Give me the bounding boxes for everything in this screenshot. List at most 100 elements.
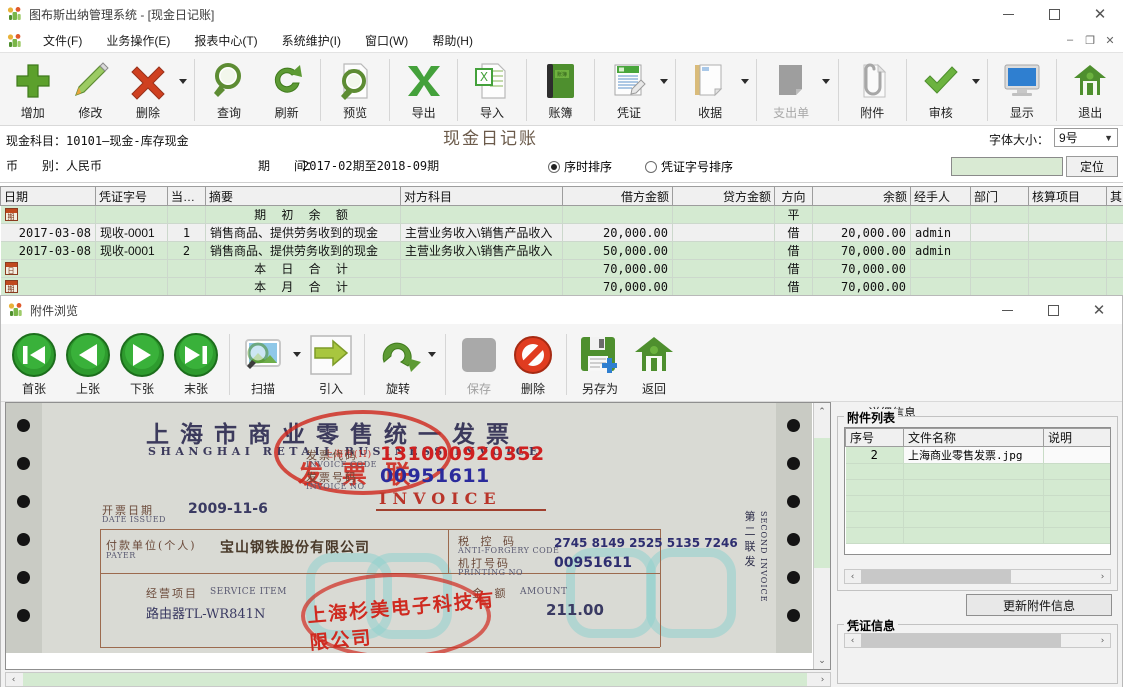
grid-col-department[interactable]: 部门 [970, 186, 1029, 206]
viewer-vscroll-thumb[interactable] [814, 438, 830, 568]
table-row[interactable]: 2017-03-08 现收-0001 2 销售商品、提供劳务收到的现金 主营业务… [0, 241, 1123, 260]
scroll-up-icon[interactable]: ⌃ [814, 403, 830, 420]
viewer-hscroll-thumb[interactable] [23, 673, 807, 686]
attachment-dropdown-scan[interactable] [290, 328, 304, 401]
attachment-maximize-button[interactable] [1030, 296, 1076, 325]
table-row[interactable]: 期 期 初 余 额 平 [0, 205, 1123, 224]
viewer-vertical-scrollbar[interactable]: ⌃ ⌄ [813, 403, 830, 669]
grid-col-credit[interactable]: 贷方金额 [672, 186, 775, 206]
attachment-button-next[interactable]: 下张 [115, 328, 169, 401]
menu-item-reports[interactable]: 报表中心(T) [182, 30, 269, 51]
toolbar-button-attachment[interactable]: 附件 [843, 55, 901, 125]
attachment-button-previous[interactable]: 上张 [61, 328, 115, 401]
locate-button[interactable]: 定位 [1066, 156, 1118, 177]
scroll-right-icon[interactable]: › [1095, 634, 1110, 647]
toolbar-dropdown-audit[interactable] [970, 55, 983, 125]
update-attachment-info-button[interactable]: 更新附件信息 [966, 594, 1112, 616]
attachment-dropdown-rotate[interactable] [425, 328, 439, 401]
grid-col-counter-subject[interactable]: 对方科目 [400, 186, 563, 206]
attachment-col-note[interactable]: 说明 [1043, 428, 1110, 447]
toolbar-button-add[interactable]: 增加 [4, 55, 62, 125]
toolbar-button-exit[interactable]: 退出 [1062, 55, 1120, 125]
close-button[interactable]: ✕ [1077, 0, 1123, 29]
toolbar-dropdown-voucher[interactable] [658, 55, 671, 125]
grid-col-balance[interactable]: 余额 [812, 186, 911, 206]
scroll-right-icon[interactable]: › [815, 673, 830, 686]
radio-sort-voucher-no[interactable]: 凭证字号排序 [645, 158, 733, 175]
viewer-horizontal-scrollbar[interactable]: ‹ › [5, 672, 831, 687]
mdi-restore-button[interactable]: ❐ [1081, 31, 1099, 49]
attachment-col-seq[interactable]: 序号 [845, 428, 904, 447]
attachment-button-import[interactable]: 引入 [304, 328, 358, 401]
scroll-left-icon[interactable]: ‹ [845, 634, 860, 647]
font-size-select[interactable]: 9号 ▼ [1054, 128, 1118, 147]
list-item[interactable] [845, 479, 1110, 496]
toolbar-button-receipt[interactable]: 收据 [681, 55, 739, 125]
scroll-down-icon[interactable]: ⌄ [814, 652, 830, 669]
minimize-button[interactable] [985, 0, 1031, 29]
grid-col-debit[interactable]: 借方金额 [562, 186, 673, 206]
toolbar-button-import[interactable]: X 导入 [463, 55, 521, 125]
attachment-minimize-button[interactable] [984, 296, 1030, 325]
list-item[interactable] [845, 511, 1110, 528]
grid-col-seq[interactable]: 当… [167, 186, 206, 206]
toolbar-button-expense-note[interactable]: 支出单 [762, 55, 820, 125]
menu-item-file[interactable]: 文件(F) [31, 30, 94, 51]
attachment-button-return[interactable]: 返回 [627, 328, 681, 401]
toolbar-dropdown-expense-note[interactable] [820, 55, 833, 125]
grid-col-date[interactable]: 日期 [0, 186, 96, 206]
attachment-image-viewer[interactable]: 上海市商业零售统一发票 SHANGHAI RETAIL BUSINESS INV… [5, 402, 831, 670]
list-item[interactable] [845, 463, 1110, 480]
attachment-button-rotate[interactable]: 旋转 [371, 328, 425, 401]
toolbar-dropdown-delete[interactable] [177, 55, 190, 125]
table-row[interactable]: 日 本 日 合 计 70,000.00 借 70,000.00 [0, 259, 1123, 278]
toolbar-button-modify[interactable]: 修改 [62, 55, 120, 125]
toolbar-button-query[interactable]: 查询 [200, 55, 258, 125]
attachment-button-first[interactable]: 首张 [7, 328, 61, 401]
locate-input[interactable] [951, 157, 1063, 176]
toolbar-button-export[interactable]: 导出 [395, 55, 453, 125]
voucher-info-hscrollbar[interactable]: ‹ › [844, 633, 1111, 648]
scroll-left-icon[interactable]: ‹ [6, 673, 21, 686]
attachment-button-save[interactable]: 保存 [452, 328, 506, 401]
attachment-button-save-as[interactable]: 另存为 [573, 328, 627, 401]
attachment-list-hscroll-thumb[interactable] [861, 570, 1011, 583]
grid-col-account-item[interactable]: 核算项目 [1028, 186, 1107, 206]
menu-item-system[interactable]: 系统维护(I) [270, 30, 353, 51]
mdi-close-button[interactable]: ✕ [1101, 31, 1119, 49]
maximize-button[interactable] [1031, 0, 1077, 29]
toolbar-button-ledger[interactable]: 账簿 账簿 [532, 55, 590, 125]
toolbar-button-preview[interactable]: 预览 [326, 55, 384, 125]
list-item[interactable] [845, 495, 1110, 512]
voucher-info-hscroll-thumb[interactable] [861, 634, 1061, 647]
attachment-list-hscrollbar[interactable]: ‹ › [844, 569, 1111, 584]
mdi-minimize-button[interactable]: – [1061, 31, 1079, 49]
radio-sort-chronological[interactable]: 序时排序 [548, 158, 612, 175]
toolbar-button-refresh[interactable]: 刷新 [258, 55, 316, 125]
grid-col-direction[interactable]: 方向 [774, 186, 813, 206]
grid-col-other[interactable]: 其它 [1106, 186, 1123, 206]
table-row[interactable]: 2017-03-08 现收-0001 1 销售商品、提供劳务收到的现金 主营业务… [0, 223, 1123, 242]
menu-item-help[interactable]: 帮助(H) [420, 30, 485, 51]
list-item[interactable]: 2 上海商业零售发票.jpg [845, 446, 1110, 464]
toolbar-button-audit[interactable]: 审核 [912, 55, 970, 125]
attachment-button-delete[interactable]: 删除 [506, 328, 560, 401]
menu-item-window[interactable]: 窗口(W) [353, 30, 420, 51]
grid-col-summary[interactable]: 摘要 [205, 186, 401, 206]
grid-col-handler[interactable]: 经手人 [910, 186, 971, 206]
grid-col-voucher-no[interactable]: 凭证字号 [95, 186, 168, 206]
list-item[interactable] [845, 527, 1110, 544]
toolbar-button-delete[interactable]: 删除 [119, 55, 177, 125]
attachment-close-button[interactable]: ✕ [1076, 296, 1122, 325]
toolbar-button-display[interactable]: 显示 [993, 55, 1051, 125]
attachment-col-filename[interactable]: 文件名称 [903, 428, 1044, 447]
toolbar-button-voucher[interactable]: 凭证 [600, 55, 658, 125]
table-row[interactable]: 期 本 月 合 计 70,000.00 借 70,000.00 [0, 277, 1123, 296]
scroll-right-icon[interactable]: › [1095, 570, 1110, 583]
toolbar-dropdown-receipt[interactable] [739, 55, 752, 125]
menu-item-business[interactable]: 业务操作(E) [94, 30, 182, 51]
attachment-button-scan[interactable]: 扫描 [236, 328, 290, 401]
attachment-button-last[interactable]: 末张 [169, 328, 223, 401]
scroll-left-icon[interactable]: ‹ [845, 570, 860, 583]
attachment-list-grid[interactable]: 序号 文件名称 说明 2 上海商业零售发票.jpg [844, 427, 1111, 555]
